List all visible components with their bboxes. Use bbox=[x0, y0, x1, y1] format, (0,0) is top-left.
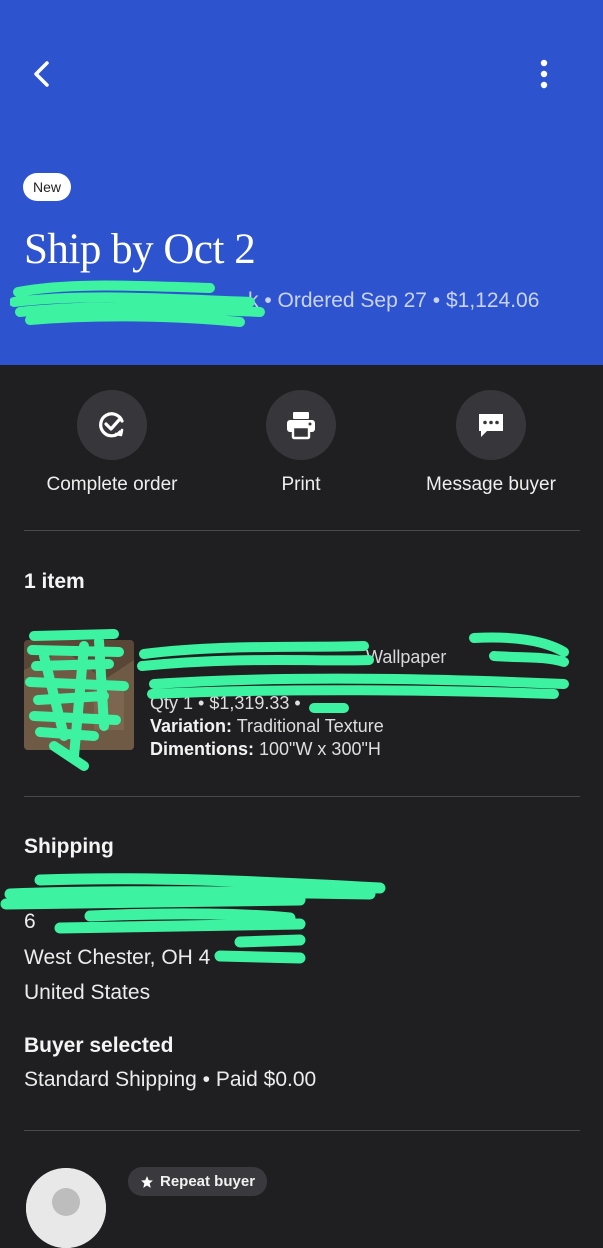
list-item[interactable]: Wallpaper Qty 1 • $1,319.33 • Variation:… bbox=[24, 632, 580, 772]
divider bbox=[24, 1130, 580, 1131]
item-thumbnail bbox=[24, 640, 134, 750]
shipping-section-title: Shipping bbox=[24, 835, 114, 858]
buyer-name: k bbox=[248, 289, 259, 312]
action-bar: Complete order Print Message buyer bbox=[0, 390, 603, 510]
repeat-buyer-badge: Repeat buyer bbox=[128, 1167, 268, 1196]
shipping-method: Standard Shipping • Paid $0.00 bbox=[24, 1068, 317, 1091]
message-buyer-label: Message buyer bbox=[426, 474, 556, 495]
avatar[interactable] bbox=[26, 1168, 106, 1248]
item-title-line2 bbox=[150, 669, 580, 692]
complete-order-button[interactable]: Complete order bbox=[37, 390, 187, 496]
chevron-left-icon bbox=[34, 61, 49, 87]
status-badge-new: New bbox=[23, 173, 72, 201]
divider bbox=[24, 530, 580, 531]
shipping-city: West Chester, OH 4 bbox=[24, 946, 211, 969]
order-date-total: • Ordered Sep 27 • $1,124.06 bbox=[258, 289, 540, 312]
back-button[interactable] bbox=[24, 56, 60, 92]
message-icon bbox=[479, 414, 503, 437]
items-section-title: 1 item bbox=[24, 570, 85, 593]
print-label: Print bbox=[281, 474, 321, 495]
divider bbox=[24, 796, 580, 797]
printer-icon bbox=[287, 412, 315, 440]
order-meta: k • Ordered Sep 27 • $1,124.06 bbox=[24, 287, 539, 315]
shipping-country: United States bbox=[24, 981, 151, 1004]
buyer-selected-title: Buyer selected bbox=[24, 1034, 174, 1057]
more-options-button[interactable] bbox=[526, 56, 562, 92]
message-buyer-button[interactable]: Message buyer bbox=[416, 390, 566, 496]
print-button[interactable]: Print bbox=[251, 390, 351, 496]
item-title: Wallpaper bbox=[366, 647, 447, 667]
more-vertical-icon bbox=[540, 59, 548, 89]
item-variation: Variation: Traditional Texture bbox=[150, 716, 384, 736]
item-qty-price: Qty 1 • $1,319.33 • bbox=[150, 693, 301, 713]
complete-order-icon bbox=[99, 412, 124, 438]
item-dimentions: Dimentions: 100"W x 300"H bbox=[150, 739, 381, 759]
star-icon bbox=[141, 1175, 153, 1188]
page-title: Ship by Oct 2 bbox=[24, 226, 256, 273]
complete-order-label: Complete order bbox=[46, 474, 178, 495]
shipping-address-line: 6 bbox=[24, 910, 36, 933]
order-header: New Ship by Oct 2 k • Ordered Sep 27 • $… bbox=[0, 0, 603, 365]
